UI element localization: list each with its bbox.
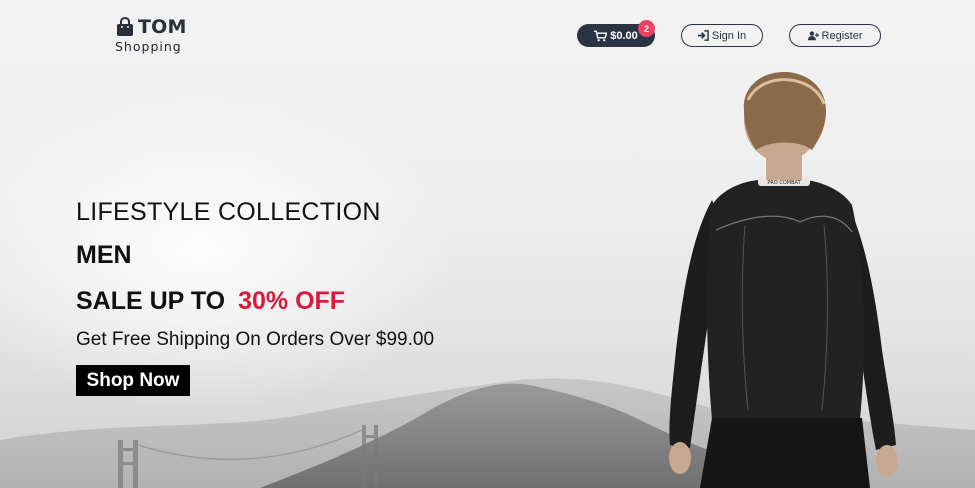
shop-now-button[interactable]: Shop Now xyxy=(76,365,190,396)
hero-banner: PRO COMBAT xyxy=(0,0,975,488)
cart-count-badge: 2 xyxy=(638,20,655,37)
sale-amount: 30% OFF xyxy=(238,287,346,315)
sale-prefix: SALE UP TO xyxy=(76,287,226,315)
logo-subtitle: Shopping xyxy=(115,39,182,54)
logo[interactable]: TOM Shopping xyxy=(115,16,187,54)
shirt-brand-text: PRO COMBAT xyxy=(767,180,801,186)
cart-total: $0.00 xyxy=(610,29,638,42)
hero-shipping-text: Get Free Shipping On Orders Over $99.00 xyxy=(76,329,435,350)
user-plus-icon xyxy=(807,31,819,41)
register-button[interactable]: Register xyxy=(789,24,881,47)
sign-in-button[interactable]: Sign In xyxy=(681,24,763,47)
sign-in-icon xyxy=(697,30,709,41)
hero-background-image: PRO COMBAT xyxy=(0,72,975,488)
hero-collection-heading: LIFESTYLE COLLECTION xyxy=(76,198,381,226)
sign-in-label: Sign In xyxy=(711,29,747,42)
hero-category-heading: MEN xyxy=(76,241,132,269)
cart-icon xyxy=(594,30,608,41)
hero-sale-heading: SALE UP TO 30% OFF xyxy=(76,287,345,316)
shopping-bag-icon xyxy=(117,17,133,36)
register-label: Register xyxy=(821,29,863,42)
logo-title: TOM xyxy=(138,16,187,38)
